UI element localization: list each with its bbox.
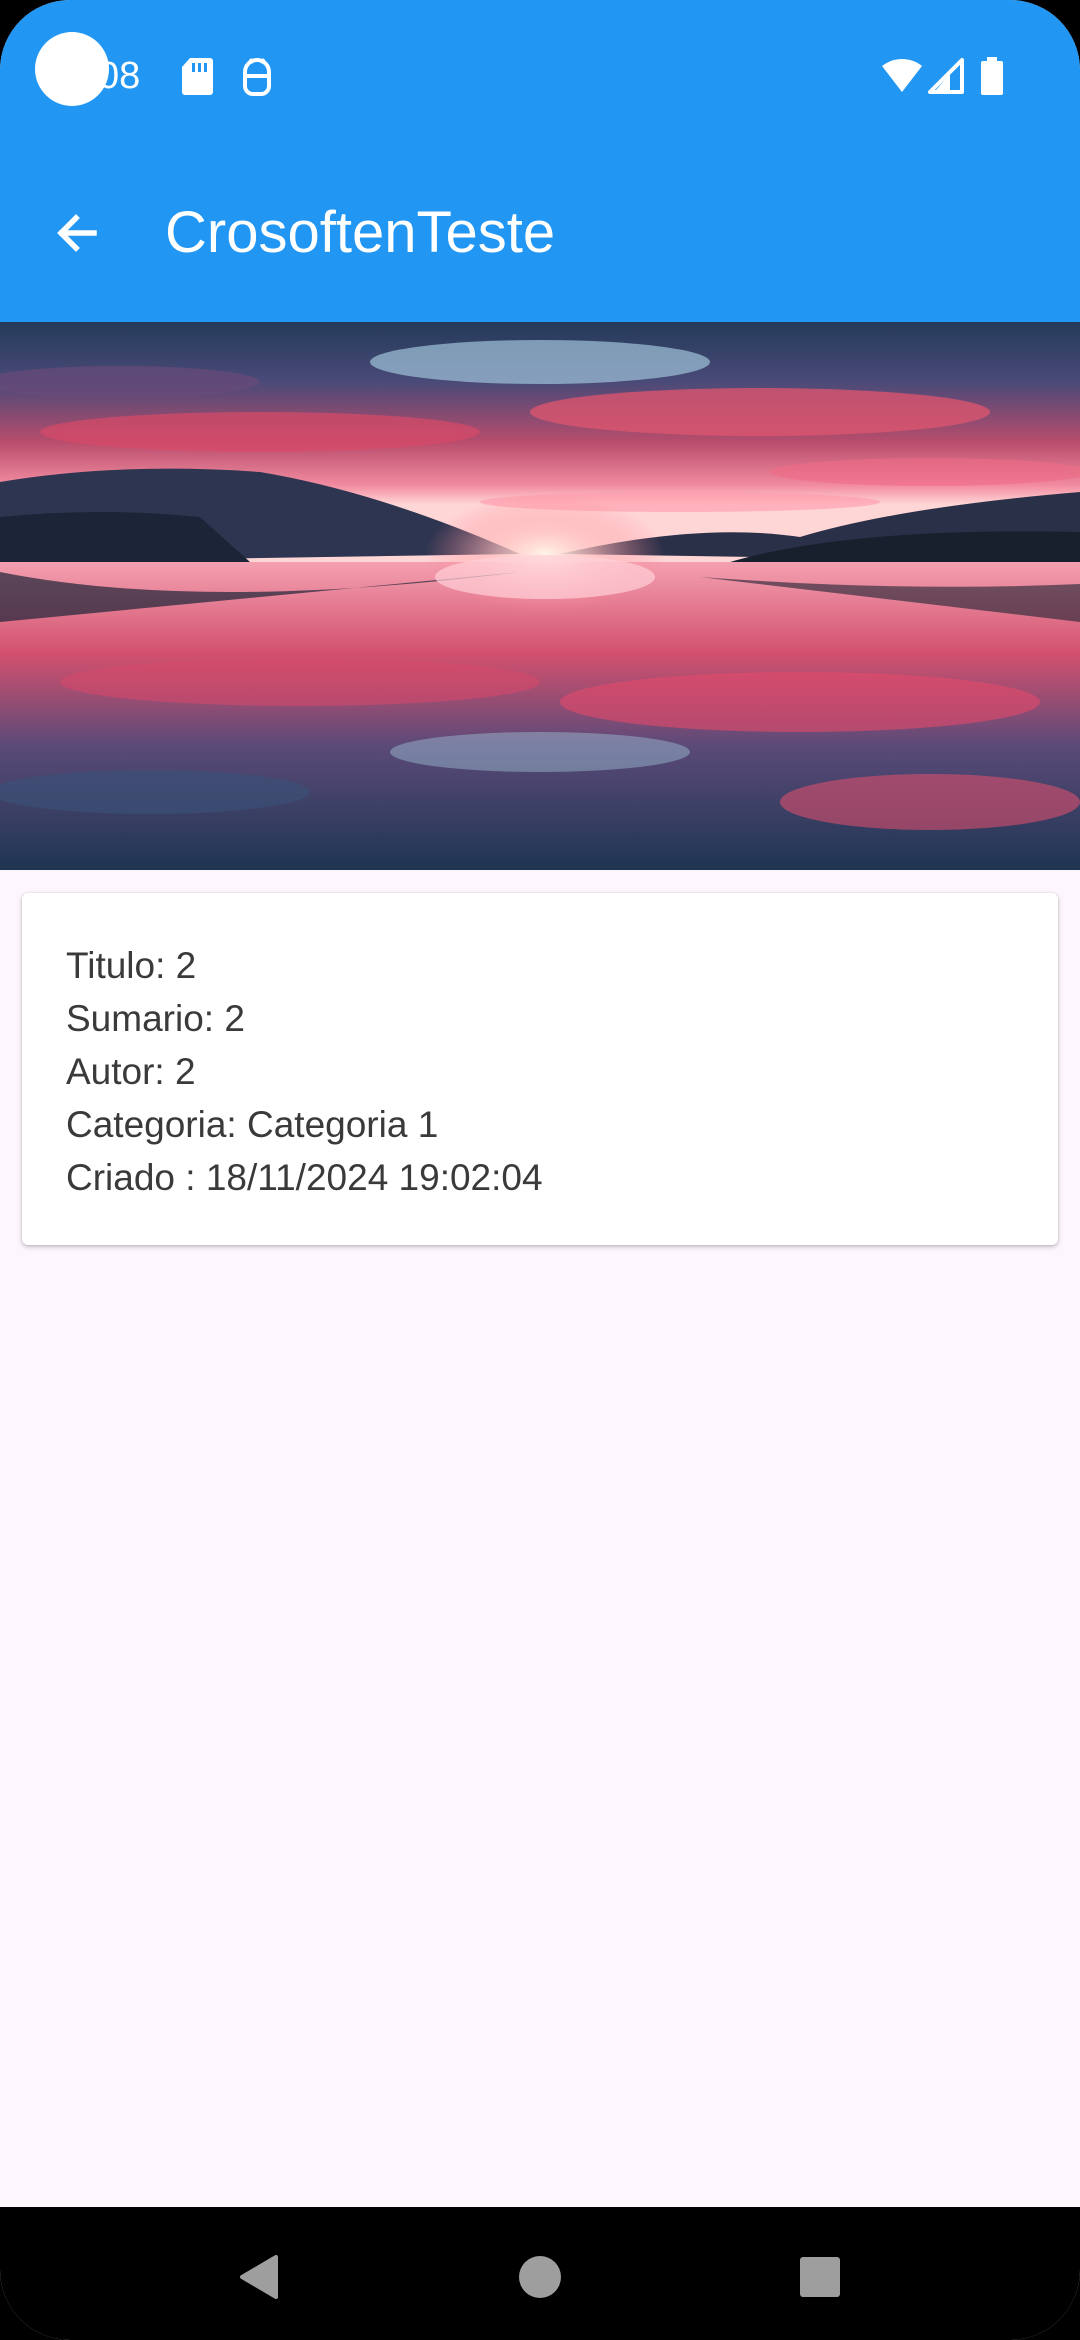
nav-home-button[interactable] — [510, 2247, 570, 2307]
nav-home-icon — [519, 2256, 561, 2298]
sd-card-icon — [182, 58, 213, 95]
page-title: CrosoftenTeste — [165, 200, 556, 265]
battery-icon — [981, 57, 1003, 95]
back-button[interactable] — [40, 196, 114, 270]
categoria-text: Categoria: Categoria 1 — [66, 1104, 439, 1145]
nav-recents-button[interactable] — [790, 2247, 850, 2307]
nav-back-button[interactable] — [228, 2247, 288, 2307]
criado-text: Criado : 18/11/2024 19:02:04 — [66, 1157, 543, 1198]
status-bar: 08 — [0, 0, 1080, 150]
nav-back-icon — [240, 2255, 278, 2299]
nav-recents-icon — [800, 2257, 840, 2297]
android-debug-icon — [243, 58, 271, 96]
landscape-image — [0, 322, 1080, 870]
arrow-back-icon — [57, 214, 97, 252]
device-screen: 08 CrosoftenTeste Titulo: 2 Sumario: 2 A… — [0, 0, 1080, 2340]
cell-signal-icon — [928, 58, 964, 94]
sumario-text: Sumario: 2 — [66, 998, 245, 1039]
navigation-bar — [0, 2207, 1080, 2340]
details-list: Titulo: 2 Sumario: 2 Autor: 2 Categoria:… — [66, 939, 543, 1204]
details-card: Titulo: 2 Sumario: 2 Autor: 2 Categoria:… — [22, 893, 1058, 1245]
autor-text: Autor: 2 — [66, 1051, 196, 1092]
app-bar: CrosoftenTeste — [0, 150, 1080, 322]
sunset-lake-picture — [0, 322, 1080, 870]
titulo-text: Titulo: 2 — [66, 945, 197, 986]
wifi-icon — [882, 58, 922, 92]
status-time: 08 — [98, 55, 141, 97]
